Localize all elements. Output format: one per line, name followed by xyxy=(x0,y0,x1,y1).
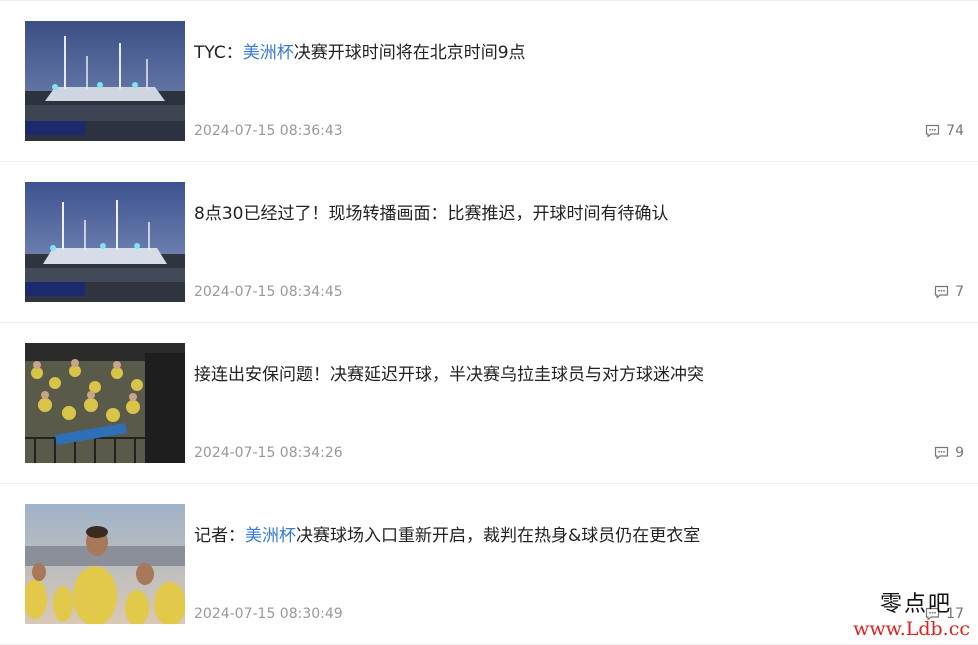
news-title[interactable]: 接连出安保问题！决赛延迟开球，半决赛乌拉圭球员与对方球迷冲突 xyxy=(194,363,704,387)
comment-count[interactable]: 9 xyxy=(934,444,964,462)
news-thumbnail[interactable] xyxy=(25,182,185,302)
publish-time: 2024-07-15 08:34:45 xyxy=(194,284,343,300)
title-text: TYC： xyxy=(194,43,243,63)
news-item[interactable]: TYC：美洲杯决赛开球时间将在北京时间9点 2024-07-15 08:36:4… xyxy=(0,1,978,162)
news-thumbnail[interactable] xyxy=(25,21,185,141)
news-thumbnail[interactable] xyxy=(25,504,185,624)
publish-time: 2024-07-15 08:30:49 xyxy=(194,606,343,622)
publish-time: 2024-07-15 08:36:43 xyxy=(194,123,343,139)
title-keyword-link[interactable]: 美洲杯 xyxy=(243,43,294,63)
news-title[interactable]: 记者：美洲杯决赛球场入口重新开启，裁判在热身&球员仍在更衣室 xyxy=(194,524,700,548)
title-text: 8点30已经过了！现场转播画面：比赛推迟，开球时间有待确认 xyxy=(194,204,669,224)
comment-bubble-icon xyxy=(934,285,949,299)
title-keyword-link[interactable]: 美洲杯 xyxy=(245,526,296,546)
comment-bubble-icon xyxy=(925,124,940,138)
comment-count[interactable]: 74 xyxy=(925,122,964,140)
comment-count[interactable]: 7 xyxy=(934,283,964,301)
news-title[interactable]: 8点30已经过了！现场转播画面：比赛推迟，开球时间有待确认 xyxy=(194,202,668,226)
title-text: 接连出安保问题！决赛延迟开球，半决赛乌拉圭球员与对方球迷冲突 xyxy=(194,365,704,385)
title-text: 决赛球场入口重新开启，裁判在热身&球员仍在更衣室 xyxy=(296,526,701,546)
publish-time: 2024-07-15 08:34:26 xyxy=(194,445,343,461)
news-item[interactable]: 接连出安保问题！决赛延迟开球，半决赛乌拉圭球员与对方球迷冲突 2024-07-1… xyxy=(0,323,978,484)
comment-count-value: 74 xyxy=(946,123,964,139)
news-thumbnail[interactable] xyxy=(25,343,185,463)
news-item[interactable]: 8点30已经过了！现场转播画面：比赛推迟，开球时间有待确认 2024-07-15… xyxy=(0,162,978,323)
comment-count-value: 9 xyxy=(955,445,964,461)
comment-count[interactable]: 17 xyxy=(925,605,964,623)
news-list: TYC：美洲杯决赛开球时间将在北京时间9点 2024-07-15 08:36:4… xyxy=(0,0,978,645)
news-title[interactable]: TYC：美洲杯决赛开球时间将在北京时间9点 xyxy=(194,41,526,65)
comment-bubble-icon xyxy=(925,607,940,621)
comment-bubble-icon xyxy=(934,446,949,460)
comment-count-value: 7 xyxy=(955,284,964,300)
title-text: 记者： xyxy=(194,526,245,546)
comment-count-value: 17 xyxy=(946,606,964,622)
news-item[interactable]: 记者：美洲杯决赛球场入口重新开启，裁判在热身&球员仍在更衣室 2024-07-1… xyxy=(0,484,978,645)
title-text: 决赛开球时间将在北京时间9点 xyxy=(293,43,526,63)
